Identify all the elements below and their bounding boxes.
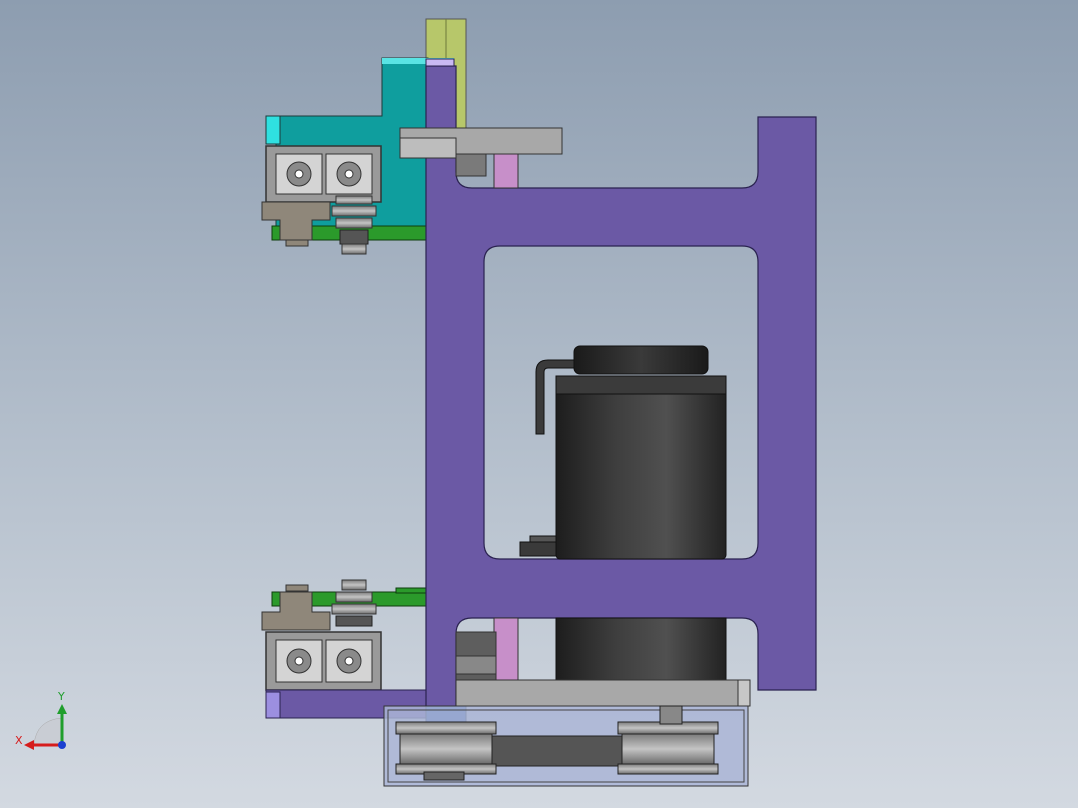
view-orientation-triad[interactable]: Y X — [0, 680, 100, 760]
y-axis-arrowhead — [57, 704, 67, 714]
aluminium-extrusion-top[interactable] — [265, 145, 382, 203]
guide-rod-bottom[interactable] — [493, 617, 519, 681]
motor-mount-plate[interactable] — [455, 679, 751, 707]
guide-rod-top[interactable] — [493, 153, 519, 189]
belt-drive-housing[interactable] — [383, 705, 749, 787]
cad-3d-viewport[interactable]: Y X — [0, 0, 1078, 808]
stepper-motor[interactable] — [519, 345, 727, 681]
z-axis-dot — [58, 741, 66, 749]
y-axis-label: Y — [57, 690, 65, 703]
aluminium-extrusion-bottom[interactable] — [265, 631, 382, 691]
x-axis-arrowhead — [24, 740, 34, 750]
assembly-model[interactable] — [0, 0, 1078, 808]
x-axis-label: X — [15, 734, 23, 747]
triad-quadrant — [33, 717, 63, 746]
